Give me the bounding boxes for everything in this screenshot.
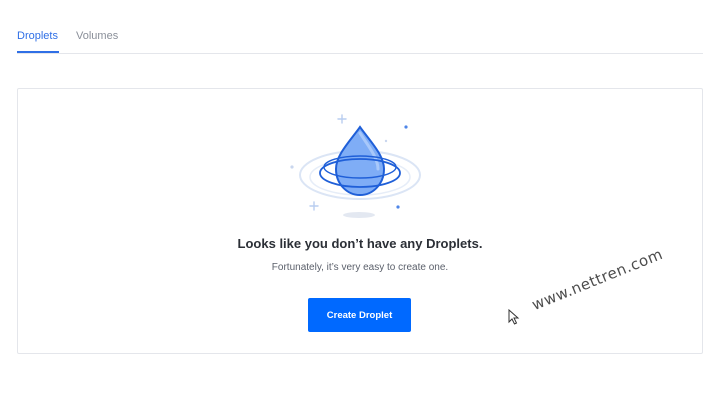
create-droplet-button[interactable]: Create Droplet xyxy=(308,298,411,332)
water-droplet-icon xyxy=(290,114,421,218)
active-tab-indicator xyxy=(17,51,59,53)
empty-state-heading: Looks like you don’t have any Droplets. xyxy=(237,236,483,251)
page: Droplets Volumes Looks like you don’t ha… xyxy=(0,0,720,400)
tab-droplets[interactable]: Droplets xyxy=(17,29,58,43)
mouse-pointer-icon xyxy=(508,309,520,325)
tab-volumes[interactable]: Volumes xyxy=(76,29,118,43)
empty-state-card: Looks like you don’t have any Droplets. … xyxy=(17,88,703,354)
tab-bar: Droplets Volumes xyxy=(17,0,703,54)
